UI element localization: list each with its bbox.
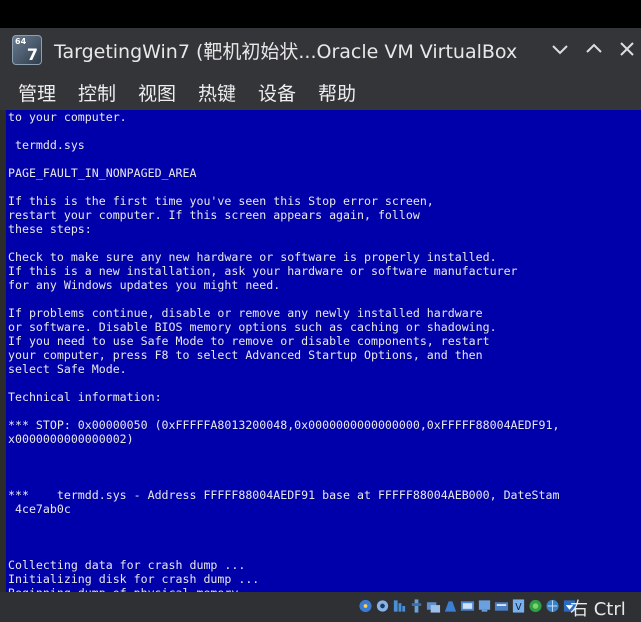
chevron-down-icon (552, 45, 568, 55)
menu-bar: 管理 控制 视图 热键 设备 帮助 (0, 72, 641, 110)
network-icon[interactable] (392, 598, 407, 614)
bsod-line: Initializing disk for crash dump ... (8, 572, 260, 586)
window-title: TargetingWin7 (靶机初始状...Oracle VM Virtual… (54, 41, 518, 63)
display-icon[interactable] (443, 598, 458, 614)
optical-drive-icon[interactable] (358, 598, 373, 614)
shared-folders-icon[interactable] (426, 598, 441, 614)
bsod-line: Collecting data for crash dump ... (8, 558, 246, 572)
status-bar: V 右 Ctrl (0, 592, 641, 622)
bsod-line: x0000000000000002) (8, 432, 134, 446)
bsod-line: PAGE_FAULT_IN_NONPAGED_AREA (8, 166, 197, 180)
top-black-strip (0, 0, 641, 28)
bsod-line: for any Windows updates you might need. (8, 278, 281, 292)
bsod-line: If problems continue, disable or remove … (8, 306, 483, 320)
menu-help[interactable]: 帮助 (318, 79, 356, 106)
menu-view[interactable]: 视图 (138, 79, 176, 106)
mouse-integration-icon[interactable] (477, 598, 492, 614)
icon-badge-num: 7 (26, 45, 38, 64)
virtualbox-win7-icon[interactable]: 64 7 (12, 35, 42, 65)
recording-icon[interactable] (460, 598, 475, 614)
chevron-up-icon (586, 43, 602, 53)
host-key-label: 右 Ctrl (570, 599, 626, 620)
maximize-button[interactable] (581, 36, 607, 62)
bsod-line: or software. Disable BIOS memory options… (8, 320, 497, 334)
bsod-line: Technical information: (8, 390, 162, 404)
bsod-line: these steps: (8, 222, 92, 236)
vm-screen[interactable]: to your computer. termdd.sys PAGE_FAULT_… (6, 110, 641, 592)
menu-machine[interactable]: 管理 (18, 79, 56, 106)
bsod-line: restart your computer. If this screen ap… (8, 208, 420, 222)
cpu-icon[interactable]: V (511, 598, 526, 614)
minimize-button[interactable] (547, 36, 573, 62)
virtualization-icon[interactable] (528, 598, 543, 614)
icon-badge-top: 64 (15, 37, 27, 46)
bsod-line: *** termdd.sys - Address FFFFF88004AEDF9… (8, 488, 560, 502)
bsod-text: to your computer. termdd.sys PAGE_FAULT_… (6, 110, 559, 592)
bsod-line: If this is the first time you've seen th… (8, 194, 434, 208)
bsod-line: If you need to use Safe Mode to remove o… (8, 334, 490, 348)
keyboard-icon[interactable] (494, 598, 509, 614)
title-bar: 64 7 TargetingWin7 (靶机初始状...Oracle VM Vi… (0, 28, 641, 72)
menu-hotkeys[interactable]: 热键 (198, 79, 236, 106)
svg-text:V: V (515, 602, 522, 613)
usb-icon[interactable] (409, 598, 424, 614)
close-button[interactable] (614, 36, 640, 62)
bsod-line: to your computer. (8, 110, 127, 124)
bsod-line: *** STOP: 0x00000050 (0xFFFFFA8013200048… (8, 418, 560, 432)
bsod-line: termdd.sys (8, 138, 85, 152)
status-icons: V (358, 598, 577, 616)
globe-icon[interactable] (545, 598, 560, 614)
bsod-line: select Safe Mode. (8, 362, 127, 376)
audio-icon[interactable] (375, 598, 390, 614)
menu-devices[interactable]: 设备 (258, 79, 296, 106)
close-icon (620, 42, 634, 56)
bsod-line: Check to make sure any new hardware or s… (8, 250, 497, 264)
menu-control[interactable]: 控制 (78, 79, 116, 106)
bsod-line: If this is a new installation, ask your … (8, 264, 518, 278)
bsod-line: 4ce7ab0c (8, 502, 71, 516)
bsod-line: your computer, press F8 to select Advanc… (8, 348, 483, 362)
